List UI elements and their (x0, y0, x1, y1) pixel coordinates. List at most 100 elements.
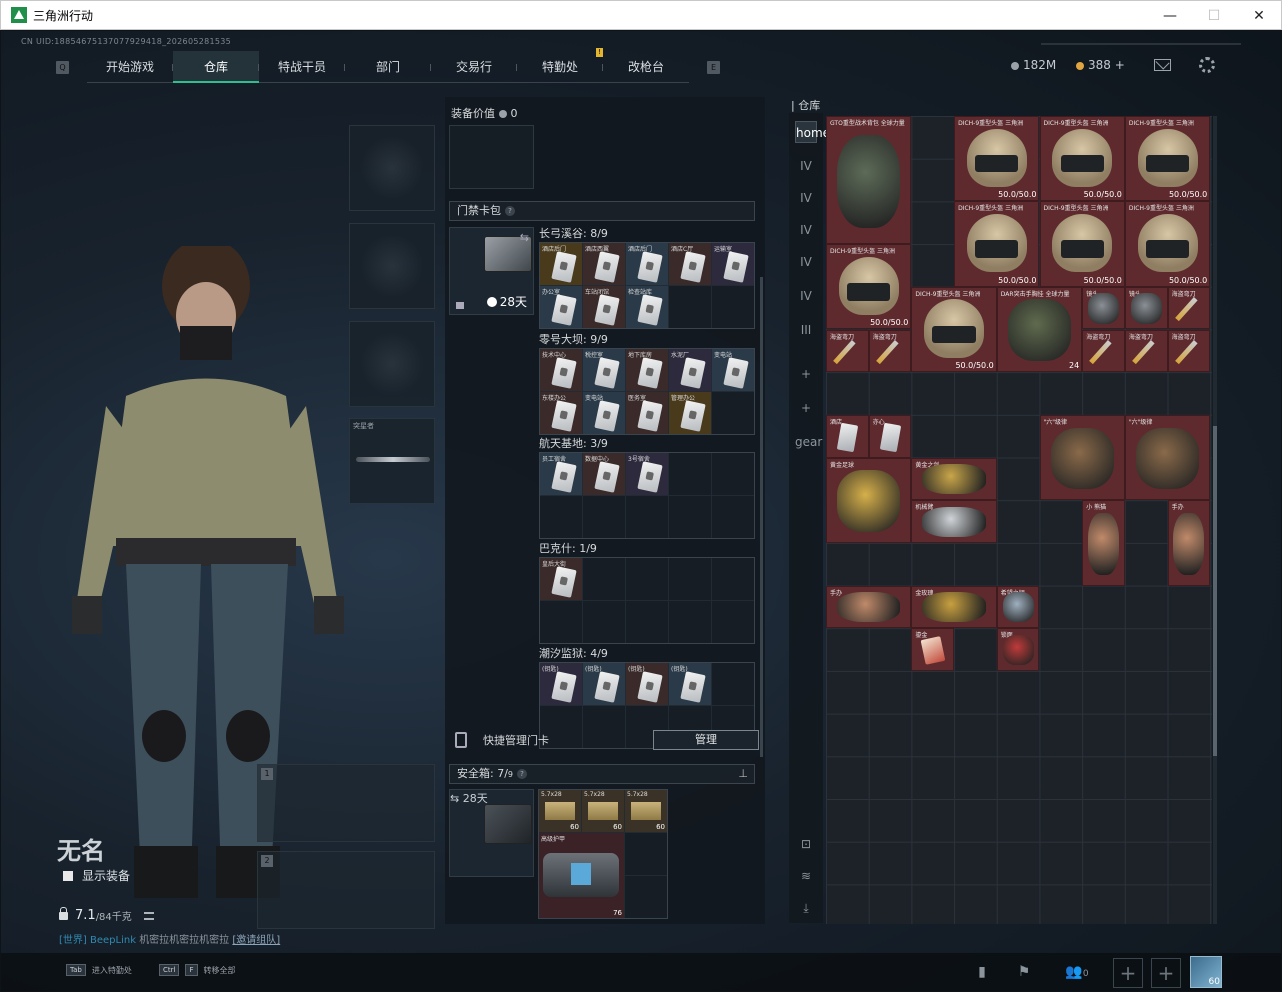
keycard-item[interactable]: 车站闭馆 (583, 286, 625, 328)
nav-prev-key-icon[interactable]: Q (56, 60, 69, 74)
keycard-item[interactable]: 检查站库 (626, 286, 668, 328)
empty-cell[interactable] (712, 601, 754, 643)
primary-weapon-slot[interactable]: 1 (257, 764, 435, 842)
warehouse-item-knife[interactable]: 海盗弯刀 (1167, 329, 1211, 373)
tab-3[interactable]: 部门 (345, 51, 431, 83)
warehouse-item-rose[interactable]: 金玫瑰 (911, 585, 997, 629)
transfer-icon[interactable]: ⤓ (795, 897, 817, 919)
chat-line[interactable]: [世界] BeepLink 机密拉机密拉机密拉 [邀请组队] (59, 931, 280, 946)
keycard-item[interactable]: 员工宿舍 (540, 453, 582, 495)
pin-icon[interactable]: ⊥ (738, 765, 748, 783)
avatar[interactable]: 60 (1190, 956, 1222, 988)
warehouse-tab-icon[interactable]: IV (795, 219, 817, 241)
warehouse-tab-icon[interactable]: III (795, 319, 817, 341)
warehouse-item-helmet[interactable]: DICH-9重型头盔 三角洲 50.0/50.0 (911, 286, 997, 373)
tab-5[interactable]: 特勤处 (517, 51, 603, 83)
flag-icon[interactable]: ⚑ (1013, 961, 1035, 983)
warehouse-tab-icon[interactable]: IV (795, 155, 817, 177)
warehouse-item-helmet[interactable]: DICH-9重型头盔 三角洲 50.0/50.0 (954, 116, 1040, 202)
warehouse-item-blade[interactable]: 黄金之剑 (911, 457, 997, 501)
warehouse-item-lens[interactable]: 镜头 (1124, 286, 1168, 330)
keycard-item[interactable]: 医务室 (626, 392, 668, 434)
warehouse-item-card[interactable]: 亦心 (868, 414, 912, 458)
keycard-item[interactable]: (钥匙) (626, 663, 668, 705)
keycard-item[interactable]: 变电站 (583, 392, 625, 434)
keycard-item[interactable]: 办公室 (540, 286, 582, 328)
swap-icon[interactable]: ⇆ (450, 792, 459, 805)
empty-cell[interactable] (669, 453, 711, 495)
invite-slot-2[interactable]: + (1151, 958, 1181, 988)
warehouse-item-helmet[interactable]: DICH-9重型头盔 三角洲 50.0/50.0 (1039, 116, 1125, 202)
minimize-button[interactable]: — (1147, 1, 1193, 31)
close-button[interactable]: ✕ (1236, 1, 1282, 31)
warehouse-item-knife[interactable]: 海盗弯刀 (868, 329, 912, 373)
warehouse-item-pack[interactable]: GTO重型战术背包 全球力量 (826, 116, 912, 245)
keycard-item[interactable]: 皇后大街 (540, 558, 582, 600)
tab-4[interactable]: 交易行 (431, 51, 517, 83)
warehouse-item-figure[interactable]: 手办 (826, 585, 912, 629)
warehouse-item-knife[interactable]: 海盗弯刀 (1124, 329, 1168, 373)
transfer-all-hint[interactable]: Ctrl F 转移全部 (159, 964, 236, 976)
warehouse-tab-icon[interactable]: IV (795, 187, 817, 209)
empty-cell[interactable] (712, 496, 754, 538)
warehouse-item-ball[interactable]: 黄金足球 (826, 457, 912, 543)
layers-icon[interactable]: ≋ (795, 865, 817, 887)
empty-cell[interactable] (712, 663, 754, 705)
warehouse-item-knife[interactable]: 海盗弯刀 (826, 329, 869, 373)
keycard-item[interactable]: 技术中心 (540, 349, 582, 391)
empty-cell[interactable] (540, 496, 582, 538)
ammo-item[interactable]: 5.7x28 60 (625, 790, 667, 832)
armor-item[interactable]: 高级护甲 76 (539, 833, 624, 918)
keycard-item[interactable]: 税控室 (583, 349, 625, 391)
keycard-item[interactable]: 酒店后门 (626, 243, 668, 285)
invite-slot-1[interactable]: + (1113, 958, 1143, 988)
warehouse-item-figure[interactable]: 手办 (1167, 500, 1211, 586)
stats-icon[interactable]: ▮ (971, 961, 993, 983)
empty-cell[interactable] (583, 496, 625, 538)
warehouse-item-helmet[interactable]: DICH-9重型头盔 三角洲 50.0/50.0 (1124, 201, 1211, 287)
empty-cell[interactable] (626, 601, 668, 643)
warehouse-item-lens[interactable]: 镜头 (1082, 286, 1125, 330)
empty-cell[interactable] (669, 558, 711, 600)
keycard-item[interactable]: 酒店C厅 (669, 243, 711, 285)
tab-0[interactable]: 开始游戏 (87, 51, 173, 83)
empty-cell[interactable] (626, 558, 668, 600)
keycard-item[interactable]: 管理办公 (669, 392, 711, 434)
list-icon[interactable] (143, 911, 154, 920)
gear-icon[interactable] (1199, 57, 1215, 73)
empty-cell[interactable] (583, 558, 625, 600)
secondary-weapon-slot[interactable]: 2 (257, 851, 435, 929)
scrollbar-thumb[interactable] (1213, 426, 1217, 756)
keycard-item[interactable]: (钥匙) (583, 663, 625, 705)
enter-special-ops-hint[interactable]: Tab 进入特勤处 (66, 964, 132, 976)
warehouse-item-helmet[interactable]: DICH-9重型头盔 三角洲 50.0/50.0 (1124, 116, 1211, 202)
keycard-item[interactable]: (钥匙) (669, 663, 711, 705)
warehouse-item-redcard[interactable]: 鎏金 (911, 628, 955, 672)
empty-cell[interactable] (625, 876, 667, 918)
maximize-button[interactable]: ☐ (1191, 1, 1237, 31)
help-icon[interactable]: ? (505, 206, 515, 216)
empty-cell[interactable] (669, 601, 711, 643)
safebox-container[interactable]: ⇆ 28天 (449, 789, 534, 877)
add-currency-button[interactable]: + (1115, 58, 1125, 72)
chat-invite-link[interactable]: [邀请组队] (232, 935, 280, 946)
helmet-slot[interactable] (349, 125, 435, 211)
keybag-scrollbar[interactable] (760, 277, 763, 757)
empty-cell[interactable] (669, 286, 711, 328)
warehouse-item-helmet[interactable]: DICH-9重型头盔 三角洲 50.0/50.0 (1039, 201, 1125, 287)
tab-6[interactable]: 改枪台 (603, 51, 689, 83)
warehouse-item-helmet[interactable]: DICH-9重型头盔 三角洲 50.0/50.0 (826, 244, 912, 330)
keycard-item[interactable]: 地下库房 (626, 349, 668, 391)
warehouse-item-mask[interactable]: 锁面 (996, 628, 1040, 672)
premium-balance[interactable]: 388 + (1076, 58, 1125, 72)
backpack-slot[interactable] (449, 125, 534, 189)
hafcoin-balance[interactable]: 182M (1011, 58, 1056, 72)
warehouse-item-glove[interactable]: "六"级律 (1039, 414, 1125, 501)
tab-2[interactable]: 特战干员 (259, 51, 345, 83)
manage-button[interactable]: 管理 (653, 730, 759, 750)
melee-slot[interactable]: 突星者 (349, 418, 435, 504)
friends-icon[interactable]: 👥0 (1059, 961, 1095, 983)
tab-1[interactable]: 仓库 (173, 51, 259, 83)
ammo-item[interactable]: 5.7x28 60 (539, 790, 581, 832)
warehouse-item-knife[interactable]: 海盗弯刀 (1082, 329, 1125, 373)
